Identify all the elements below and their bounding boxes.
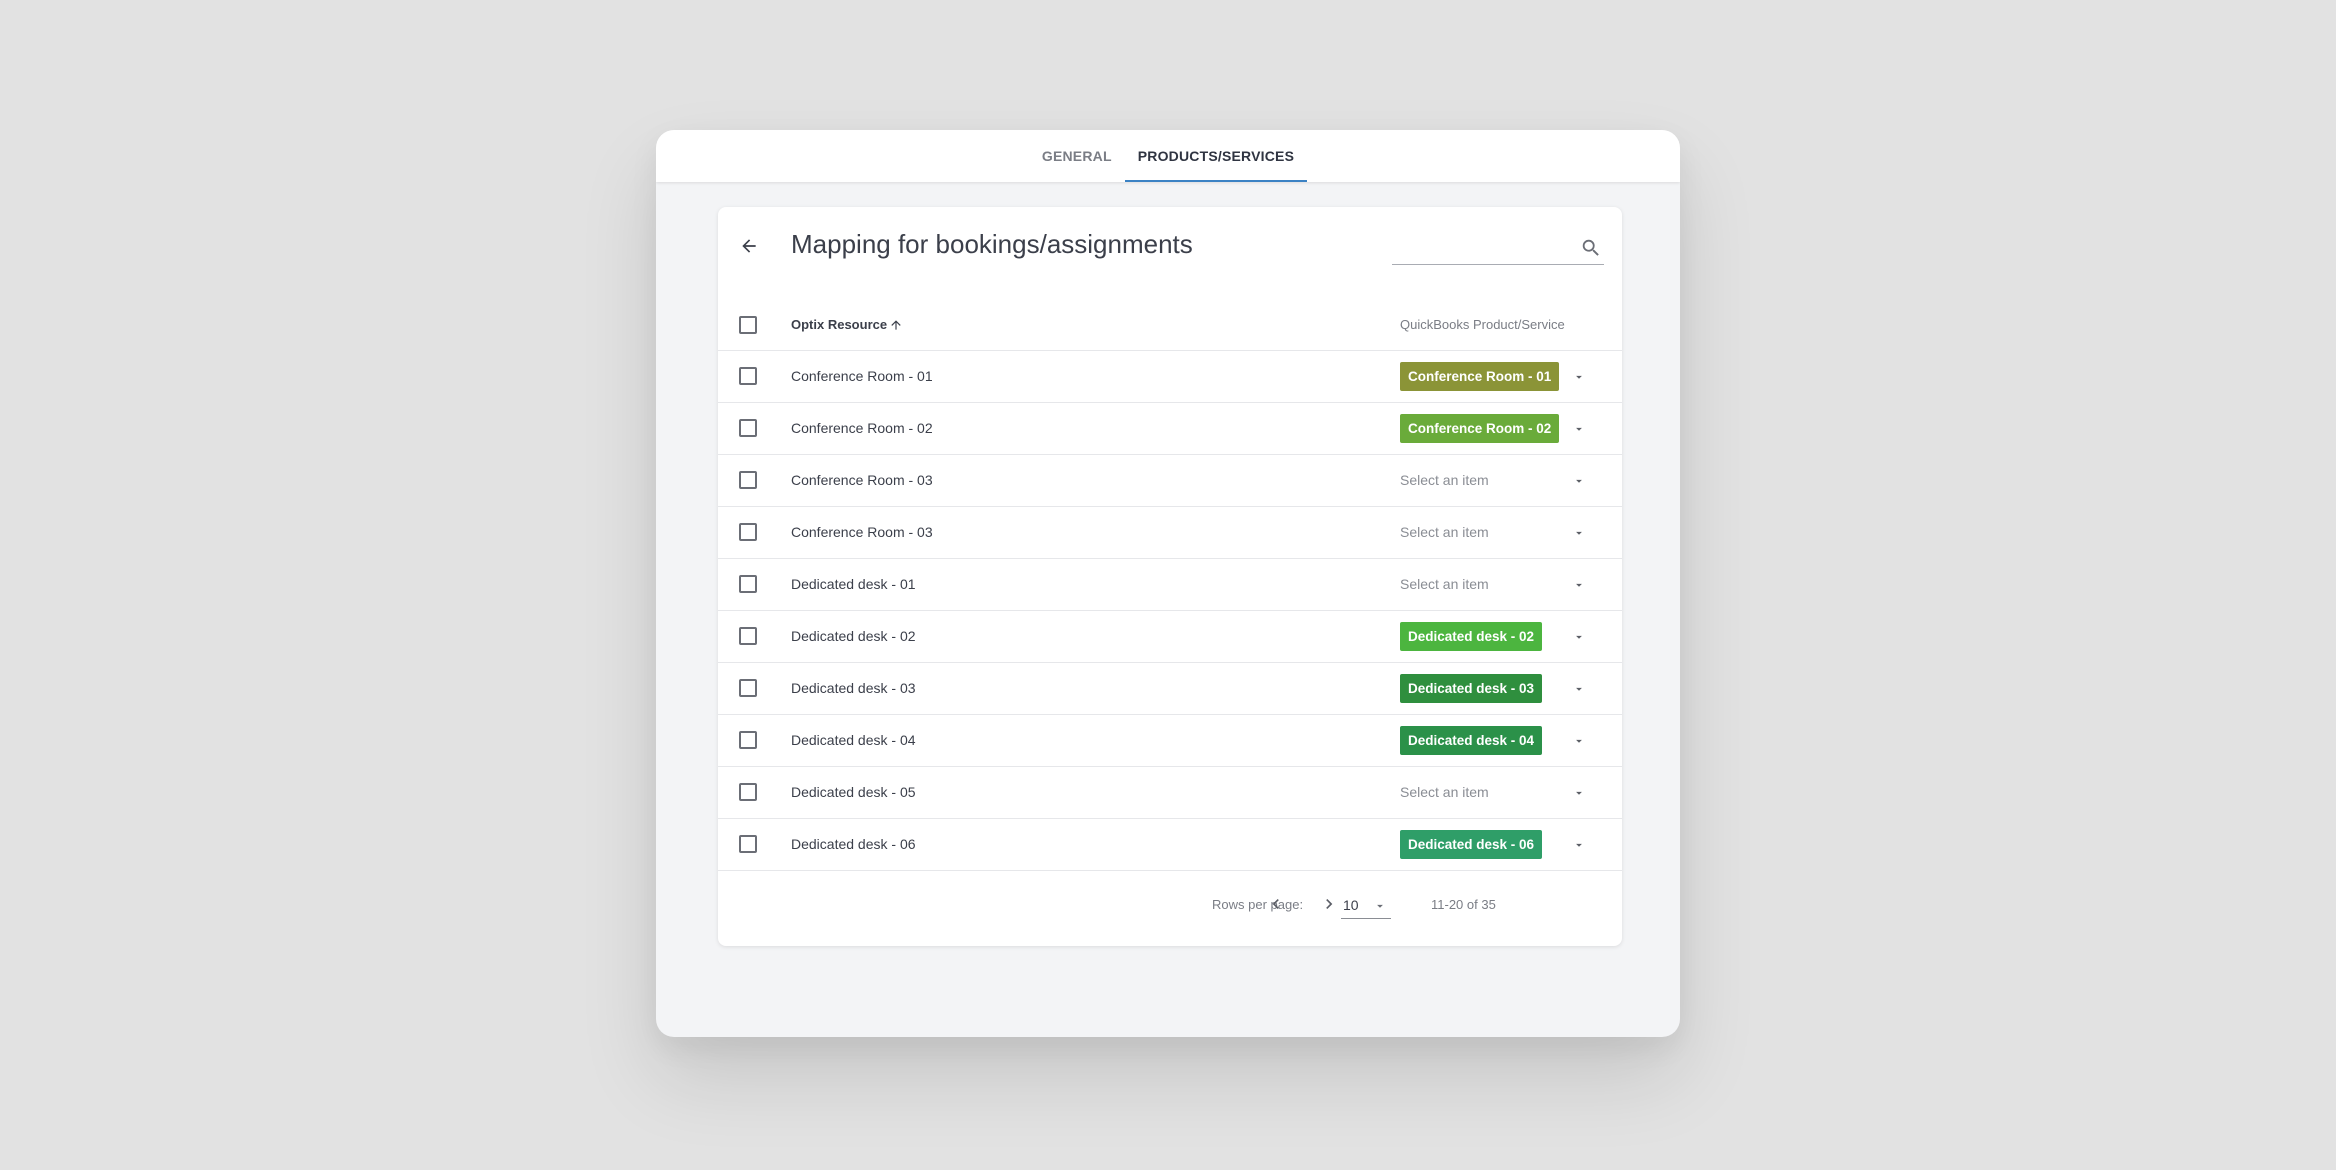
tab-products-services[interactable]: PRODUCTS/SERVICES [1124, 130, 1308, 182]
rows-per-page-select[interactable]: 10 [1341, 887, 1391, 919]
caret-down-icon[interactable] [1572, 578, 1586, 592]
previous-page-button[interactable] [1264, 892, 1288, 916]
mapped-product-chip[interactable]: Conference Room - 01 [1400, 362, 1560, 391]
row-checkbox[interactable] [739, 575, 757, 593]
caret-down-icon[interactable] [1572, 734, 1586, 748]
search-input[interactable] [1392, 233, 1572, 261]
caret-down-icon[interactable] [1572, 682, 1586, 696]
table-row: Dedicated desk - 04 Dedicated desk - 04 [718, 715, 1622, 767]
row-checkbox[interactable] [739, 679, 757, 697]
table-row: Conference Room - 02 Conference Room - 02 [718, 403, 1622, 455]
table-row: Dedicated desk - 05 Select an item [718, 767, 1622, 819]
back-button[interactable] [736, 233, 762, 259]
table-header: Optix Resource QuickBooks Product/Servic… [718, 299, 1622, 351]
row-checkbox[interactable] [739, 783, 757, 801]
caret-down-icon[interactable] [1572, 422, 1586, 436]
caret-down-icon [1377, 904, 1383, 908]
search-icon[interactable] [1580, 237, 1602, 259]
mapped-product-chip[interactable]: Conference Room - 02 [1400, 414, 1560, 443]
resource-name: Dedicated desk - 01 [791, 576, 916, 592]
row-checkbox[interactable] [739, 523, 757, 541]
resource-name: Dedicated desk - 06 [791, 836, 916, 852]
row-checkbox[interactable] [739, 731, 757, 749]
mapped-product-chip[interactable]: Dedicated desk - 03 [1400, 674, 1543, 703]
resource-name: Conference Room - 03 [791, 524, 933, 540]
product-select-placeholder[interactable]: Select an item [1400, 524, 1489, 540]
search-field [1392, 229, 1604, 265]
resource-name: Dedicated desk - 05 [791, 784, 916, 800]
product-select-placeholder[interactable]: Select an item [1400, 472, 1489, 488]
select-all-checkbox[interactable] [739, 316, 757, 334]
table-row: Dedicated desk - 06 Dedicated desk - 06 [718, 819, 1622, 871]
table-row: Conference Room - 03 Select an item [718, 507, 1622, 559]
row-checkbox[interactable] [739, 627, 757, 645]
arrow-left-icon [742, 239, 756, 253]
column-header-resource[interactable]: Optix Resource [791, 317, 903, 332]
row-checkbox[interactable] [739, 835, 757, 853]
caret-down-icon[interactable] [1572, 526, 1586, 540]
product-select-placeholder[interactable]: Select an item [1400, 576, 1489, 592]
row-checkbox[interactable] [739, 471, 757, 489]
page-title: Mapping for bookings/assignments [791, 229, 1193, 259]
chevron-right-icon [1326, 899, 1333, 909]
table-row: Dedicated desk - 01 Select an item [718, 559, 1622, 611]
resource-name: Dedicated desk - 04 [791, 732, 916, 748]
rows-per-page-value: 10 [1343, 897, 1359, 913]
mapped-product-chip[interactable]: Dedicated desk - 02 [1400, 622, 1543, 651]
arrow-up-icon [891, 319, 901, 330]
resource-name: Dedicated desk - 03 [791, 680, 916, 696]
table-row: Conference Room - 03 Select an item [718, 455, 1622, 507]
caret-down-icon[interactable] [1572, 370, 1586, 384]
row-checkbox[interactable] [739, 367, 757, 385]
tab-general[interactable]: GENERAL [1029, 130, 1125, 182]
settings-window: GENERAL PRODUCTS/SERVICES Mapping for bo… [656, 130, 1680, 1037]
resource-name: Dedicated desk - 02 [791, 628, 916, 644]
chevron-left-icon [1272, 899, 1279, 909]
row-checkbox[interactable] [739, 419, 757, 437]
mapped-product-chip[interactable]: Dedicated desk - 04 [1400, 726, 1543, 755]
pagination: Rows per page: 10 11-20 of 35 [718, 879, 1622, 931]
tab-bar: GENERAL PRODUCTS/SERVICES [656, 130, 1680, 182]
caret-down-icon[interactable] [1572, 474, 1586, 488]
table-row: Dedicated desk - 03 Dedicated desk - 03 [718, 663, 1622, 715]
caret-down-icon[interactable] [1572, 838, 1586, 852]
rows-per-page-label: Rows per page: [1212, 897, 1304, 912]
next-page-button[interactable] [1317, 892, 1341, 916]
mapped-product-chip[interactable]: Dedicated desk - 06 [1400, 830, 1543, 859]
caret-down-icon[interactable] [1572, 630, 1586, 644]
table-row: Conference Room - 01 Conference Room - 01 [718, 351, 1622, 403]
product-select-placeholder[interactable]: Select an item [1400, 784, 1489, 800]
column-header-resource-label: Optix Resource [791, 317, 888, 332]
mapping-card: Mapping for bookings/assignments Optix R… [718, 207, 1622, 946]
resource-name: Conference Room - 02 [791, 420, 933, 436]
column-header-product: QuickBooks Product/Service [1400, 317, 1565, 332]
resource-name: Conference Room - 01 [791, 368, 933, 384]
table-row: Dedicated desk - 02 Dedicated desk - 02 [718, 611, 1622, 663]
caret-down-icon[interactable] [1572, 786, 1586, 800]
page-range: 11-20 of 35 [1431, 897, 1496, 912]
resource-name: Conference Room - 03 [791, 472, 933, 488]
